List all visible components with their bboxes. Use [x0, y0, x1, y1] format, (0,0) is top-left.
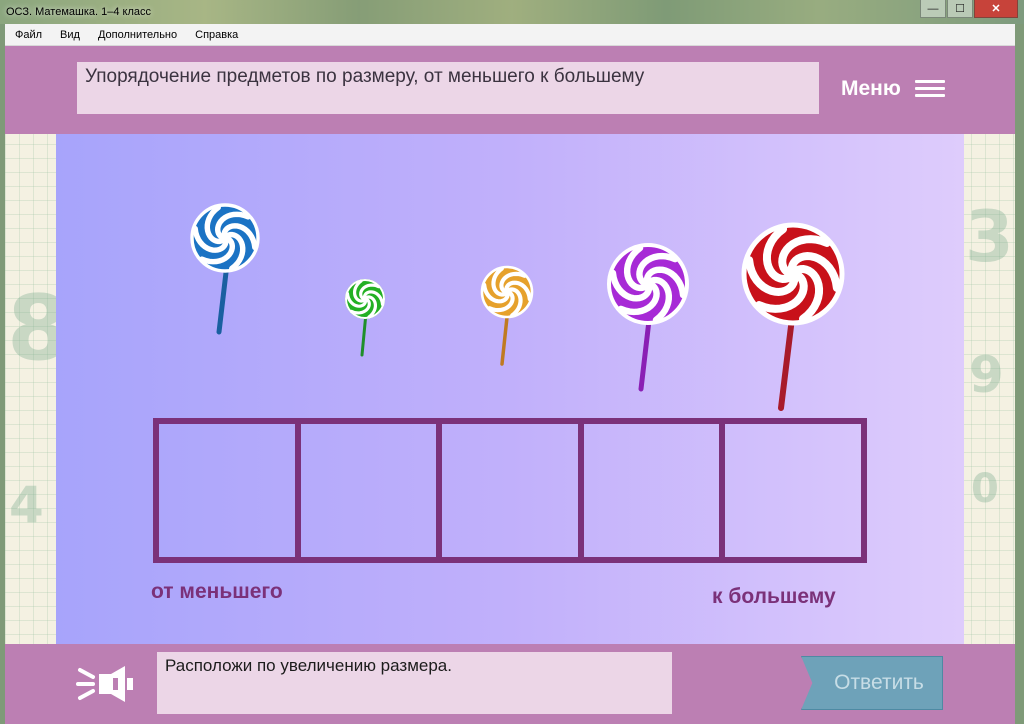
- menu-help[interactable]: Справка: [185, 29, 246, 41]
- answer-slot[interactable]: [584, 424, 726, 557]
- minimize-button[interactable]: —: [920, 0, 946, 18]
- app-area: 8 4 3 9 0 Упорядочение предметов по разм…: [5, 46, 1015, 724]
- caption-from-smaller: от меньшего: [151, 580, 283, 603]
- menu-file[interactable]: Файл: [5, 29, 50, 41]
- answer-slot[interactable]: [725, 424, 861, 557]
- lollipop-purple[interactable]: [604, 243, 694, 394]
- task-title: Упорядочение предметов по размеру, от ме…: [77, 62, 819, 114]
- lollipop-green[interactable]: [340, 279, 390, 359]
- maximize-button[interactable]: ☐: [947, 0, 973, 18]
- answer-button[interactable]: Ответить: [801, 656, 943, 710]
- window-controls: — ☐ ✕: [919, 0, 1018, 20]
- lollipop-stick: [216, 261, 230, 335]
- lollipop-blue[interactable]: [185, 203, 265, 335]
- header-panel: Упорядочение предметов по размеру, от ме…: [5, 46, 1015, 134]
- menu-extra[interactable]: Дополнительно: [88, 29, 185, 41]
- lollipop-stick: [360, 311, 368, 357]
- menu-button[interactable]: Меню: [841, 74, 945, 104]
- decor-numeral: 0: [971, 466, 999, 512]
- answer-slot[interactable]: [159, 424, 301, 557]
- menu-button-label: Меню: [841, 77, 901, 100]
- decor-numeral: 3: [965, 196, 1014, 278]
- window-title: ОСЗ. Матемашка. 1–4 класс: [6, 6, 151, 18]
- speaker-icon[interactable]: [75, 664, 137, 704]
- lollipop-orange[interactable]: [477, 265, 537, 366]
- menu-view[interactable]: Вид: [50, 29, 88, 41]
- lollipop-red[interactable]: [739, 222, 849, 414]
- decor-numeral: 9: [969, 346, 1004, 404]
- hamburger-icon: [914, 80, 945, 98]
- decor-numeral: 4: [9, 476, 44, 534]
- close-button[interactable]: ✕: [974, 0, 1018, 18]
- caption-to-bigger: к большему: [712, 585, 836, 608]
- answer-slot[interactable]: [301, 424, 443, 557]
- answer-slot[interactable]: [442, 424, 584, 557]
- play-area: от меньшего к большему: [56, 134, 964, 644]
- window-titlebar[interactable]: ОСЗ. Матемашка. 1–4 класс — ☐ ✕: [0, 0, 1024, 24]
- menubar: Файл Вид Дополнительно Справка: [5, 24, 1015, 46]
- footer-panel: Расположи по увеличению размера. Ответит…: [5, 644, 1015, 724]
- hint-text: Расположи по увеличению размера.: [157, 652, 672, 714]
- answer-slots: [153, 418, 867, 563]
